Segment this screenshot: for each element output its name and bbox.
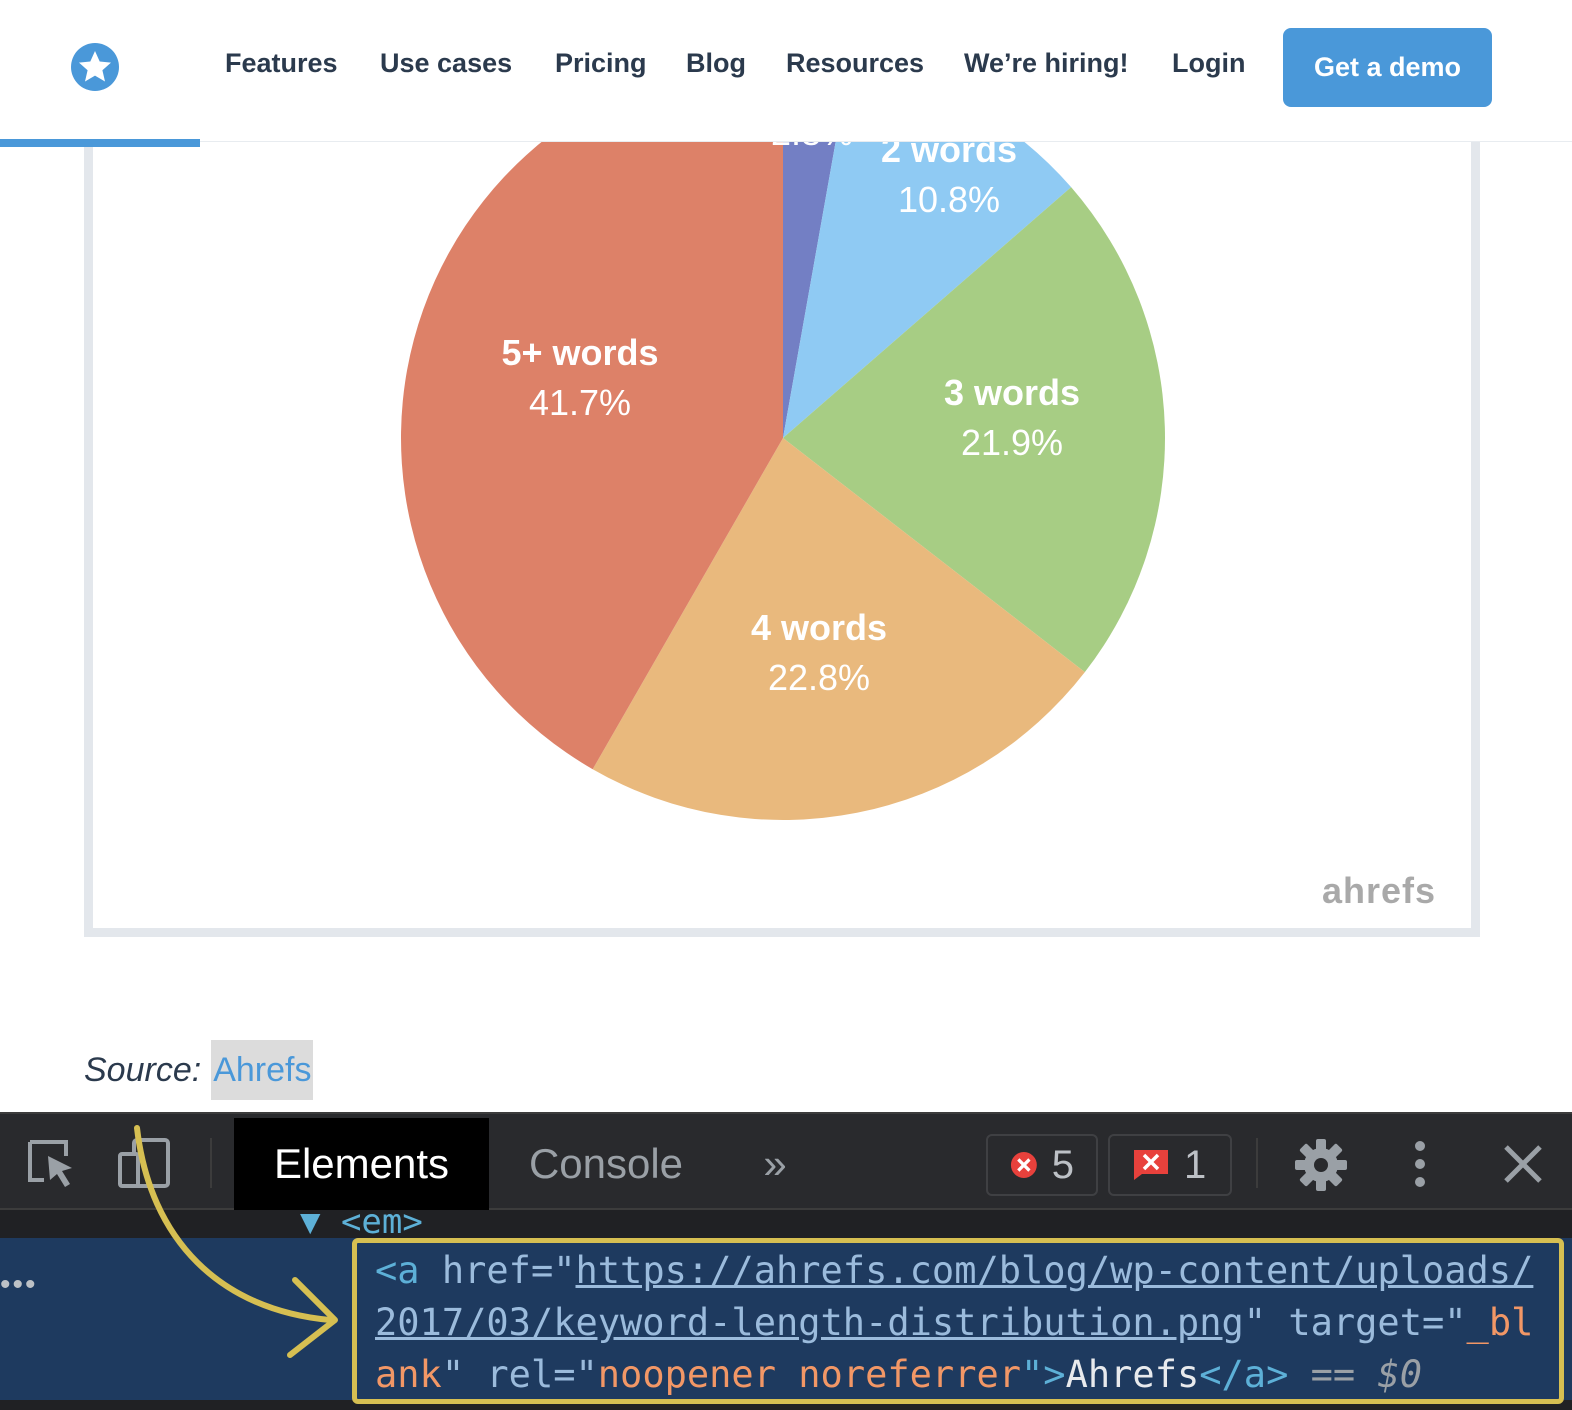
code-rel-attr: rel <box>486 1353 554 1396</box>
code-quote: " <box>441 1353 487 1396</box>
source-prefix: Source: <box>84 1050 202 1089</box>
code-quote-close: "> <box>1021 1353 1066 1396</box>
errors-badge[interactable]: 5 <box>986 1134 1098 1196</box>
nav-pricing-link[interactable]: Pricing <box>555 48 647 79</box>
tab-console[interactable]: Console <box>506 1118 706 1210</box>
nav-blog-link[interactable]: Blog <box>686 48 746 79</box>
inspect-element-icon[interactable] <box>26 1138 82 1190</box>
dom-node-em[interactable]: ▼ <em> <box>300 1202 423 1242</box>
toolbar-separator <box>210 1138 212 1188</box>
code-close-tag: </a> <box>1199 1353 1289 1396</box>
star-logo-icon[interactable] <box>70 42 120 92</box>
code-quote: " <box>1243 1301 1289 1344</box>
error-count: 5 <box>1051 1142 1074 1187</box>
get-demo-button[interactable]: Get a demo <box>1283 28 1492 107</box>
error-icon <box>1010 1152 1037 1178</box>
selected-anchor-element-code[interactable]: <a href="https://ahrefs.com/blog/wp-cont… <box>352 1238 1564 1404</box>
close-devtools-icon[interactable] <box>1500 1138 1546 1190</box>
image-source-caption: Source: Ahrefs <box>84 1040 314 1100</box>
nav-login-link[interactable]: Login <box>1172 48 1245 79</box>
device-toolbar-icon[interactable] <box>116 1138 172 1190</box>
code-href-attr: href <box>441 1249 531 1292</box>
code-target-attr: target <box>1288 1301 1422 1344</box>
nav-use-cases-link[interactable]: Use cases <box>380 48 512 79</box>
site-header: Features Use cases Pricing Blog Resource… <box>0 0 1572 142</box>
issues-badge[interactable]: 1 <box>1108 1134 1232 1196</box>
more-options-icon[interactable] <box>1400 1138 1440 1190</box>
devtools-toolbar: Elements Console » 5 1 <box>0 1114 1572 1210</box>
issue-count: 1 <box>1184 1142 1207 1187</box>
code-link-text: Ahrefs <box>1065 1353 1200 1396</box>
tab-elements[interactable]: Elements <box>234 1118 489 1210</box>
pie-slice-5plus-words-label: 5+ words <box>501 332 658 373</box>
code-eq: =" <box>530 1249 576 1292</box>
pie-slice-4-words-label: 4 words <box>751 607 887 648</box>
settings-gear-icon[interactable] <box>1294 1138 1348 1192</box>
issue-icon <box>1134 1150 1168 1180</box>
reading-progress-bar <box>0 139 200 147</box>
nav-resources-link[interactable]: Resources <box>786 48 924 79</box>
pie-slice-2-words-percent: 10.8% <box>898 179 1000 220</box>
pie-slice-4-words-percent: 22.8% <box>768 657 870 698</box>
chart-watermark: ahrefs <box>1322 870 1437 911</box>
toolbar-separator <box>1256 1138 1258 1188</box>
code-rel-value: noopener noreferrer <box>597 1353 1022 1396</box>
nav-features-link[interactable]: Features <box>225 48 338 79</box>
row-actions-ellipsis[interactable]: ••• <box>0 1268 38 1302</box>
nav-hiring-link[interactable]: We’re hiring! <box>964 48 1129 79</box>
more-tabs-button[interactable]: » <box>740 1118 810 1210</box>
code-eq: =" <box>553 1353 598 1396</box>
pie-slice-3-words-percent: 21.9% <box>961 422 1063 463</box>
pie-slice-5plus-words-percent: 41.7% <box>529 382 631 423</box>
source-link[interactable]: Ahrefs <box>211 1040 314 1100</box>
code-selected-marker: == $0 <box>1288 1353 1423 1396</box>
code-eq: =" <box>1421 1301 1467 1344</box>
code-open-tag: <a <box>375 1249 442 1292</box>
pie-slice-3-words-label: 3 words <box>944 372 1080 413</box>
